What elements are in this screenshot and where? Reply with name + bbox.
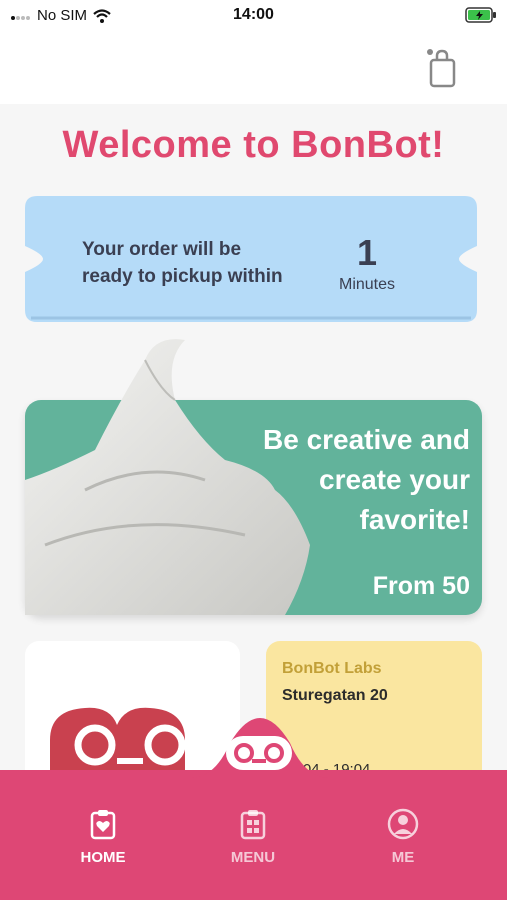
tab-me[interactable]: ME: [358, 808, 448, 866]
shopping-bag-button[interactable]: [423, 46, 463, 92]
clipboard-heart-icon: [90, 810, 116, 840]
order-message: Your order will be ready to pickup withi…: [82, 236, 312, 290]
minutes-value: 1: [356, 232, 378, 273]
tab-me-label: ME: [391, 849, 415, 866]
person-icon: [387, 808, 419, 840]
store-address: Sturegatan 20: [282, 687, 388, 704]
minutes-unit: Minutes: [338, 276, 396, 293]
order-message-line1: Your order will be: [82, 239, 242, 260]
shopping-bag-icon: [427, 49, 456, 88]
store-name: BonBot Labs: [282, 660, 382, 677]
order-message-line2: ready to pickup within: [82, 266, 283, 287]
menu-grid-icon: [240, 810, 266, 840]
status-bar: No SIM 14:00: [0, 0, 507, 32]
battery-icon: [465, 6, 497, 28]
top-bar: [0, 32, 507, 104]
tab-menu[interactable]: MENU: [208, 808, 298, 866]
promo-price: From 50: [372, 572, 470, 600]
tab-menu-label: MENU: [230, 849, 276, 866]
order-status-ticket: Your order will be ready to pickup withi…: [25, 196, 477, 322]
soft-serve-image: [25, 339, 310, 615]
status-time: 14:00: [233, 6, 274, 23]
tab-home[interactable]: HOME: [58, 808, 148, 866]
page-title: Welcome to BonBot!: [62, 124, 445, 166]
tab-bar-hump: [190, 718, 330, 778]
tab-home-label: HOME: [80, 849, 126, 866]
